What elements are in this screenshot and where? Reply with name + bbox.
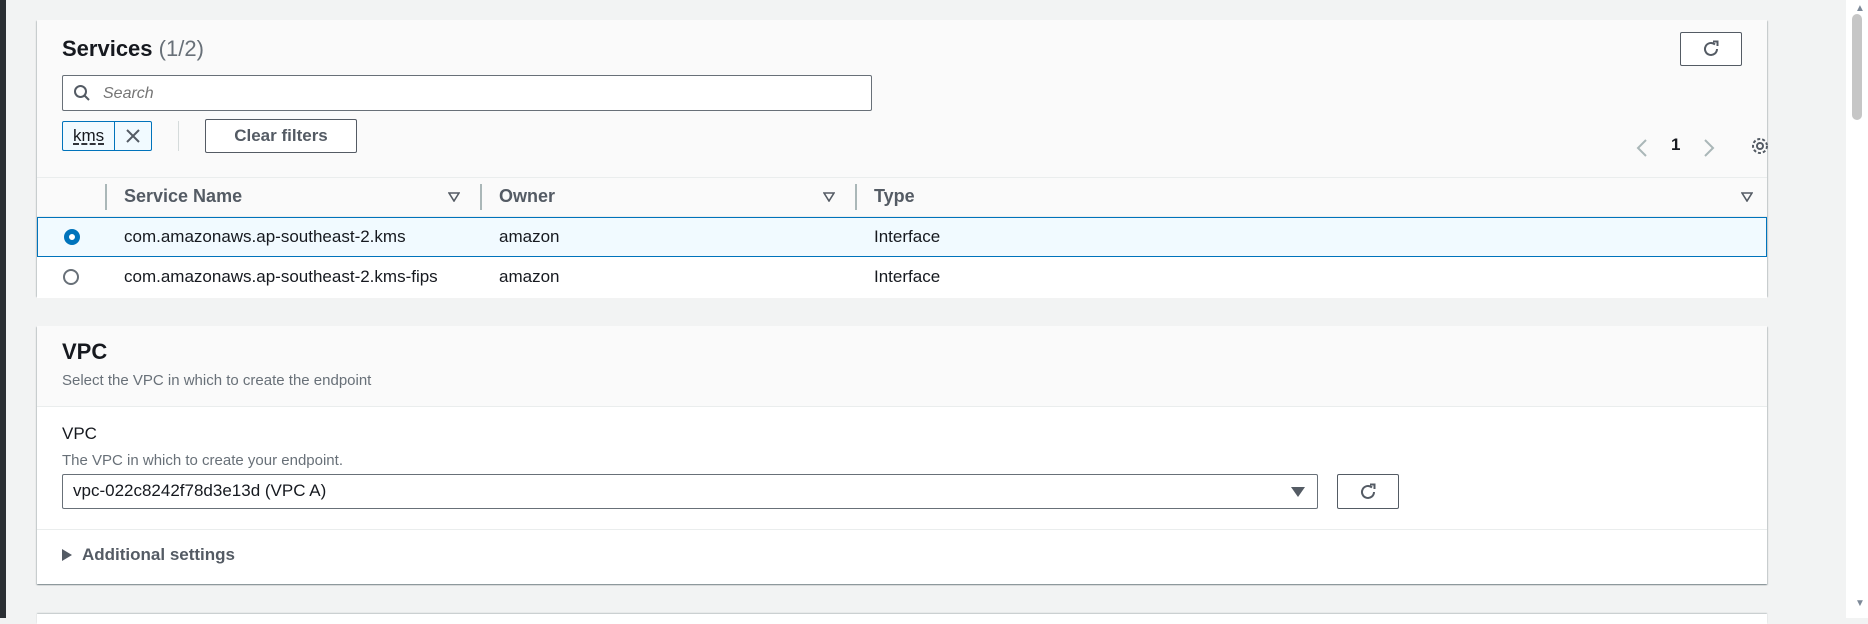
scroll-down-arrow[interactable]: ▼ (1855, 598, 1865, 609)
services-panel: Services (1/2) kms Clear fi (37, 20, 1768, 298)
vpc-refresh-button[interactable] (1337, 474, 1399, 509)
services-title-text: Services (62, 36, 153, 61)
chevron-right-icon[interactable] (1702, 138, 1716, 158)
row-radio-selected[interactable] (64, 229, 80, 245)
column-separator[interactable] (855, 184, 857, 210)
filter-token-label: kms (73, 126, 105, 145)
clear-filters-button[interactable]: Clear filters (205, 119, 357, 153)
chevron-left-icon[interactable] (1635, 138, 1649, 158)
vpc-select-value: vpc-022c8242f78d3e13d (VPC A) (73, 481, 327, 500)
vpc-title: VPC (62, 339, 108, 364)
section-divider (37, 529, 1767, 530)
filter-token-remove-button[interactable] (114, 122, 151, 150)
search-icon (74, 85, 90, 101)
settings-icon[interactable] (1749, 135, 1771, 157)
left-rail (0, 0, 6, 618)
table-row[interactable]: com.amazonaws.ap-southeast-2.kms-fips am… (37, 258, 1767, 298)
row-radio[interactable] (63, 269, 79, 285)
cell-owner: amazon (499, 227, 560, 246)
cell-service-name: com.amazonaws.ap-southeast-2.kms (124, 227, 406, 246)
vpc-field-description: The VPC in which to create your endpoint… (62, 452, 343, 469)
search-field[interactable] (62, 75, 872, 111)
vpc-field-label: VPC (62, 424, 97, 443)
close-icon (126, 129, 140, 143)
refresh-icon (1704, 40, 1719, 56)
filter-divider (178, 121, 179, 151)
vpc-header: VPC Select the VPC in which to create th… (37, 326, 1767, 407)
filter-token[interactable]: kms (62, 121, 153, 151)
column-type[interactable]: Type (874, 186, 915, 207)
vpc-select[interactable]: vpc-022c8242f78d3e13d (VPC A) (62, 474, 1318, 509)
refresh-icon (1361, 483, 1376, 499)
page-number[interactable]: 1 (1671, 135, 1680, 155)
sort-caret-icon[interactable] (823, 192, 835, 202)
additional-settings-expander[interactable]: Additional settings (62, 545, 235, 565)
column-owner[interactable]: Owner (499, 186, 555, 207)
next-panel-edge (37, 614, 1767, 624)
cell-service-name: com.amazonaws.ap-southeast-2.kms-fips (124, 267, 438, 286)
cell-owner: amazon (499, 267, 560, 286)
caret-right-icon (62, 549, 72, 561)
cell-type: Interface (874, 227, 941, 246)
table-row[interactable]: com.amazonaws.ap-southeast-2.kms amazon … (37, 217, 1767, 257)
services-title: Services (1/2) (62, 36, 204, 62)
column-service-name[interactable]: Service Name (124, 186, 242, 207)
additional-settings-label: Additional settings (82, 545, 235, 564)
services-header: Services (1/2) kms Clear fi (37, 20, 1768, 177)
scroll-up-arrow[interactable]: ▲ (1855, 3, 1865, 14)
caret-down-icon (1291, 487, 1305, 497)
column-separator[interactable] (480, 184, 482, 210)
services-count: (1/2) (158, 36, 204, 61)
vpc-description: Select the VPC in which to create the en… (62, 372, 372, 389)
table-header: Service Name Owner Type (37, 177, 1767, 217)
scrollbar-thumb[interactable] (1852, 14, 1862, 120)
sort-caret-icon[interactable] (1741, 192, 1753, 202)
vpc-panel: VPC Select the VPC in which to create th… (37, 326, 1767, 584)
cell-type: Interface (874, 267, 941, 286)
search-input[interactable] (101, 82, 865, 106)
column-separator (105, 184, 107, 210)
sort-caret-icon[interactable] (448, 192, 460, 202)
services-refresh-button[interactable] (1680, 32, 1742, 66)
